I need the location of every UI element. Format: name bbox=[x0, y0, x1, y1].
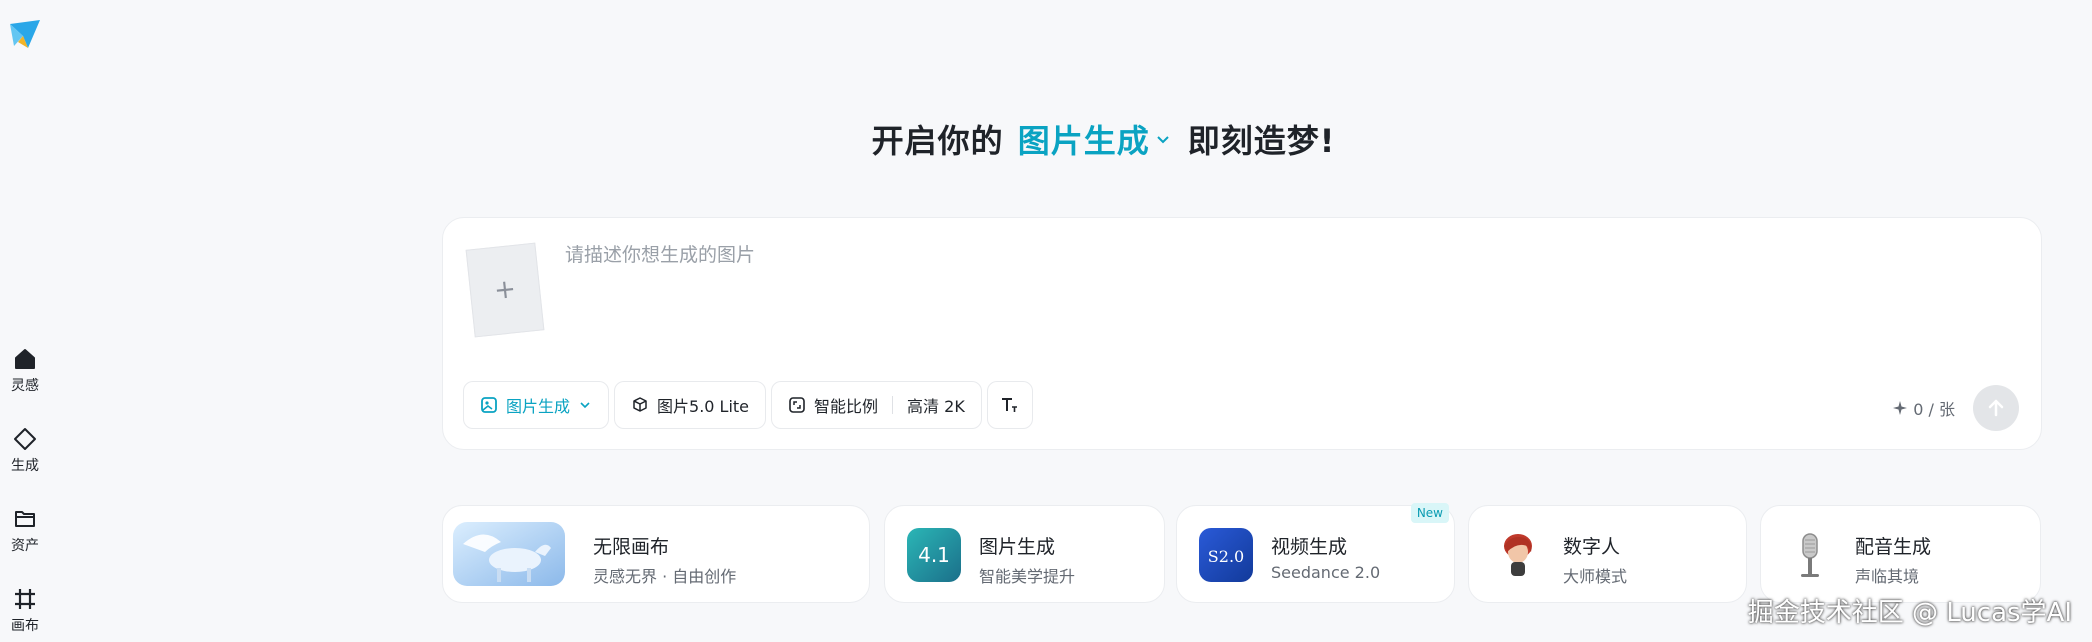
image-gen-thumbnail: 4.1 bbox=[907, 528, 961, 582]
divider bbox=[892, 396, 894, 414]
feature-title: 图片生成 bbox=[979, 536, 1056, 558]
microphone-thumbnail bbox=[1783, 528, 1837, 582]
send-button[interactable] bbox=[1973, 385, 2019, 431]
text-format-icon bbox=[1001, 398, 1017, 412]
sidebar-item-inspiration[interactable]: 灵感 bbox=[0, 346, 50, 395]
feature-card-video-generation[interactable]: New S2.0 视频生成 Seedance 2.0 bbox=[1176, 503, 1455, 603]
arrow-up-icon bbox=[1988, 399, 2004, 417]
sidebar-item-generate[interactable]: 生成 bbox=[0, 426, 50, 475]
text-style-button[interactable] bbox=[986, 381, 1033, 429]
model-select[interactable]: 图片5.0 Lite bbox=[614, 381, 767, 429]
feature-subtitle: Seedance 2.0 bbox=[1271, 563, 1381, 582]
canvas-grid-icon bbox=[12, 586, 38, 612]
new-badge: New bbox=[1410, 503, 1449, 523]
digital-human-thumbnail bbox=[1491, 528, 1545, 582]
headline-suffix: 即刻造梦! bbox=[1187, 122, 1336, 160]
headline-mode-dropdown[interactable]: 图片生成 bbox=[1018, 116, 1172, 162]
diamond-icon bbox=[12, 426, 38, 452]
sidebar-item-label: 画布 bbox=[11, 618, 39, 634]
feature-title: 无限画布 bbox=[593, 536, 670, 558]
sidebar-item-assets[interactable]: 资产 bbox=[0, 506, 50, 555]
home-icon bbox=[12, 346, 38, 372]
feature-title: 视频生成 bbox=[1271, 536, 1348, 558]
chevron-down-icon bbox=[580, 402, 590, 409]
feature-card-voiceover[interactable]: 配音生成 声临其境 bbox=[1760, 505, 2041, 603]
video-gen-thumbnail: S2.0 bbox=[1199, 528, 1253, 582]
feature-subtitle: 大师模式 bbox=[1563, 567, 1628, 586]
upload-reference-button[interactable]: + bbox=[465, 242, 545, 338]
feature-card-infinite-canvas[interactable]: 无限画布 灵感无界 · 自由创作 bbox=[442, 505, 870, 603]
folder-icon bbox=[12, 506, 38, 532]
ratio-quality-select[interactable]: 智能比例 高清 2K bbox=[771, 381, 982, 429]
feature-title: 配音生成 bbox=[1855, 536, 1932, 558]
prompt-toolbar: 图片生成 图片5.0 Lite 智能比例 高清 2K bbox=[463, 381, 1033, 429]
feature-subtitle: 智能美学提升 bbox=[979, 567, 1076, 586]
mode-select-label: 图片生成 bbox=[506, 397, 571, 416]
thumb-label: 4.1 bbox=[918, 543, 950, 567]
watermark: 掘金技术社区 @ Lucas学AI bbox=[1747, 598, 2072, 628]
pegasus-thumbnail bbox=[453, 522, 565, 586]
page-headline: 开启你的 图片生成 即刻造梦! bbox=[0, 116, 2092, 162]
headline-prefix: 开启你的 bbox=[871, 122, 1004, 160]
feature-title: 数字人 bbox=[1563, 536, 1621, 558]
sidebar: 灵感 生成 资产 画布 bbox=[0, 0, 50, 642]
plus-icon: + bbox=[492, 273, 518, 307]
prompt-card: + 图片生成 图片5.0 Lite 智能比例 高清 2K bbox=[442, 217, 2042, 450]
sidebar-item-label: 灵感 bbox=[11, 378, 39, 394]
ratio-label: 智能比例 bbox=[814, 397, 879, 416]
feature-subtitle: 灵感无界 · 自由创作 bbox=[593, 567, 737, 586]
feature-card-digital-human[interactable]: 数字人 大师模式 bbox=[1468, 505, 1747, 603]
sparkle-icon bbox=[1893, 401, 1908, 415]
credits-text: 0 / 张 bbox=[1913, 400, 1955, 419]
sidebar-item-label: 生成 bbox=[11, 458, 39, 474]
aspect-ratio-icon bbox=[789, 397, 805, 413]
sidebar-item-label: 资产 bbox=[11, 538, 39, 554]
model-select-label: 图片5.0 Lite bbox=[657, 397, 750, 416]
feature-subtitle: 声临其境 bbox=[1855, 567, 1920, 586]
prompt-input[interactable] bbox=[565, 240, 1965, 340]
app-logo-icon[interactable] bbox=[8, 18, 42, 52]
headline-mode-label: 图片生成 bbox=[1017, 122, 1150, 160]
feature-card-image-generation[interactable]: 4.1 图片生成 智能美学提升 bbox=[884, 505, 1165, 603]
cube-icon bbox=[633, 397, 647, 412]
mode-select[interactable]: 图片生成 bbox=[463, 381, 610, 429]
sidebar-item-canvas[interactable]: 画布 bbox=[0, 586, 50, 635]
credits-counter: 0 / 张 bbox=[1893, 396, 1955, 420]
thumb-label: S2.0 bbox=[1208, 547, 1244, 566]
quality-label: 高清 2K bbox=[907, 397, 965, 416]
chevron-down-icon bbox=[1156, 136, 1169, 144]
image-gen-icon bbox=[481, 397, 497, 413]
